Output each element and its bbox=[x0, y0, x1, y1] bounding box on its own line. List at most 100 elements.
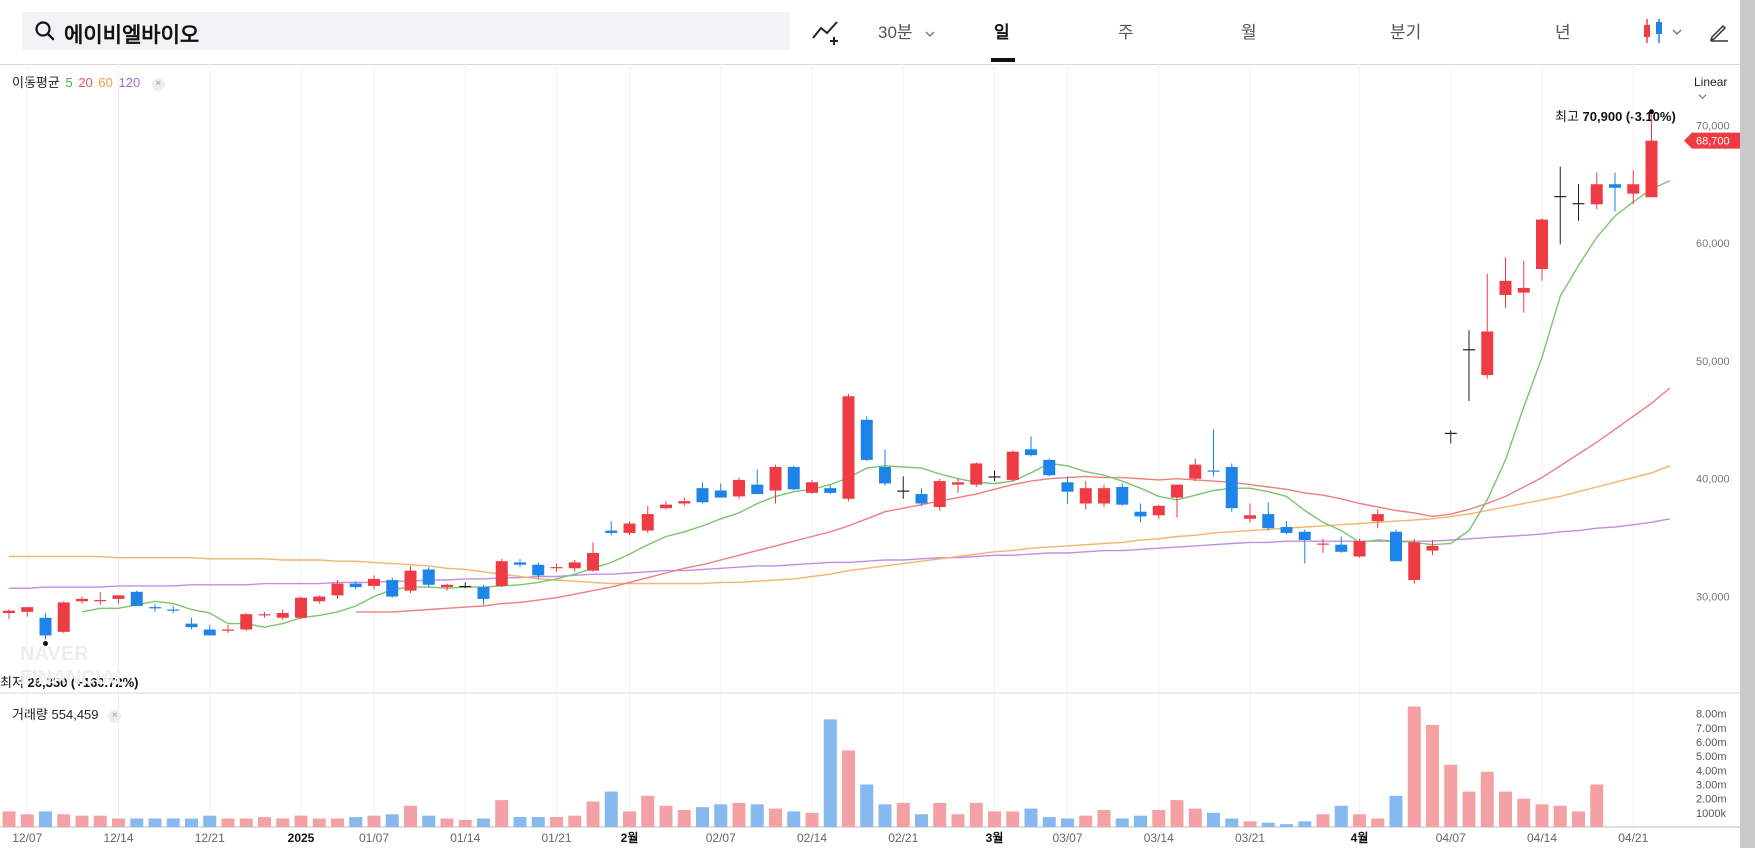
indicator-add-icon[interactable] bbox=[810, 18, 842, 46]
volume-bar bbox=[1024, 808, 1038, 827]
x-tick-label: 03/21 bbox=[1235, 831, 1265, 845]
candle-body bbox=[1006, 451, 1019, 480]
volume-bar bbox=[166, 818, 180, 827]
chart-type-select[interactable] bbox=[1640, 16, 1682, 51]
volume-bar bbox=[550, 817, 563, 827]
x-tick-label: 3월 bbox=[986, 830, 1004, 845]
candle-body bbox=[605, 530, 618, 533]
volume-bar bbox=[1371, 818, 1385, 827]
volume-bar bbox=[842, 750, 855, 827]
ma60-line bbox=[9, 465, 1671, 585]
volume-bar bbox=[349, 817, 363, 827]
tab-day[interactable]: 일 bbox=[994, 18, 1010, 43]
candle-body bbox=[76, 598, 88, 602]
candle-body bbox=[842, 396, 855, 499]
volume-bar bbox=[1188, 808, 1202, 827]
volume-bar bbox=[458, 819, 472, 827]
candle-body bbox=[933, 481, 946, 508]
volume-bar bbox=[1407, 706, 1421, 827]
candle-body bbox=[751, 484, 764, 495]
volume-bar bbox=[1079, 815, 1093, 827]
volume-bar bbox=[1134, 815, 1147, 827]
toolbar: 에이비엘바이오 30분 일 주 월 분기 년 bbox=[0, 0, 1740, 65]
volume-bar bbox=[878, 804, 892, 827]
volume-bar bbox=[1097, 810, 1111, 827]
candle-body bbox=[733, 479, 745, 497]
volume-tick-label: 4.00m bbox=[1696, 765, 1727, 777]
candle-body bbox=[678, 501, 691, 504]
candle-body bbox=[404, 570, 417, 591]
pencil-icon[interactable] bbox=[1708, 20, 1730, 42]
active-tab-indicator bbox=[991, 58, 1015, 62]
volume-bar bbox=[860, 784, 874, 827]
volume-bar bbox=[1316, 814, 1330, 827]
candle-body bbox=[915, 494, 928, 504]
volume-bar bbox=[1444, 764, 1458, 827]
interval-label: 30분 bbox=[878, 23, 913, 42]
candle-body bbox=[349, 583, 362, 588]
volume-bar bbox=[185, 818, 198, 827]
candle-body bbox=[1189, 464, 1202, 479]
candle-body bbox=[130, 591, 143, 606]
candle-body bbox=[167, 609, 180, 611]
candle-body bbox=[623, 523, 636, 533]
volume-tick-label: 1000k bbox=[1696, 808, 1726, 820]
candle-body bbox=[258, 614, 271, 616]
chart-window: 에이비엘바이오 30분 일 주 월 분기 년 이동평균 5 20 60 120 … bbox=[0, 0, 1740, 848]
tab-month-label: 월 bbox=[1241, 23, 1257, 42]
candle-body bbox=[477, 587, 490, 599]
candle-body bbox=[1536, 219, 1548, 270]
volume-tick-label: 2.00m bbox=[1696, 794, 1727, 806]
volume-bar bbox=[367, 815, 381, 827]
volume-tick-label: 3.00m bbox=[1696, 780, 1727, 792]
volume-bar bbox=[659, 805, 673, 827]
candle-body bbox=[824, 488, 837, 493]
volume-bar bbox=[276, 818, 290, 827]
volume-bar bbox=[1590, 784, 1604, 827]
x-tick-label: 04/14 bbox=[1527, 831, 1557, 845]
x-tick-label: 4월 bbox=[1351, 830, 1369, 845]
volume-bar bbox=[1572, 811, 1585, 827]
volume-bar bbox=[93, 815, 107, 827]
volume-bar bbox=[148, 818, 162, 827]
candle-body bbox=[1609, 184, 1621, 188]
tab-month[interactable]: 월 bbox=[1241, 18, 1257, 43]
tab-year[interactable]: 년 bbox=[1555, 18, 1571, 43]
search-icon bbox=[35, 21, 55, 41]
candle-body bbox=[459, 585, 472, 588]
volume-bar bbox=[203, 815, 217, 827]
candle-body bbox=[1061, 482, 1074, 492]
candle-body bbox=[1408, 542, 1421, 581]
volume-bar bbox=[385, 814, 399, 827]
volume-bar bbox=[988, 811, 1001, 827]
volume-bar bbox=[787, 811, 801, 827]
candle-body bbox=[1390, 531, 1402, 562]
candle-body bbox=[1025, 449, 1037, 456]
volume-bar bbox=[112, 818, 125, 827]
price-volume-chart[interactable]: NAVERFINANCIAL 30,000 40,000 50,000 60,000 70… bbox=[0, 64, 1740, 848]
candle-body bbox=[1244, 515, 1256, 519]
interval-select[interactable]: 30분 bbox=[878, 18, 935, 43]
candle-body bbox=[1371, 514, 1384, 522]
tab-quarter[interactable]: 분기 bbox=[1390, 18, 1421, 43]
candle-body bbox=[368, 578, 380, 586]
price-tick-label: 60,000 bbox=[1696, 238, 1730, 250]
candle-body bbox=[39, 617, 52, 636]
candle-body bbox=[1463, 349, 1475, 351]
x-tick-label: 01/21 bbox=[541, 831, 571, 845]
candle-body bbox=[1426, 545, 1439, 551]
candle-body bbox=[1225, 466, 1238, 509]
candle-body bbox=[185, 623, 198, 628]
search-box[interactable]: 에이비엘바이오 bbox=[22, 12, 790, 50]
search-query: 에이비엘바이오 bbox=[64, 24, 200, 47]
candle-body bbox=[1171, 484, 1183, 498]
x-tick-label: 03/07 bbox=[1052, 831, 1082, 845]
tab-week[interactable]: 주 bbox=[1118, 18, 1134, 43]
x-tick-label: 04/21 bbox=[1618, 831, 1648, 845]
candle-body bbox=[1499, 280, 1512, 295]
volume-bar bbox=[1207, 812, 1220, 827]
volume-bar bbox=[221, 818, 235, 827]
volume-bar bbox=[1261, 822, 1275, 827]
tab-day-label: 일 bbox=[994, 23, 1010, 42]
candle-body bbox=[1280, 527, 1293, 533]
